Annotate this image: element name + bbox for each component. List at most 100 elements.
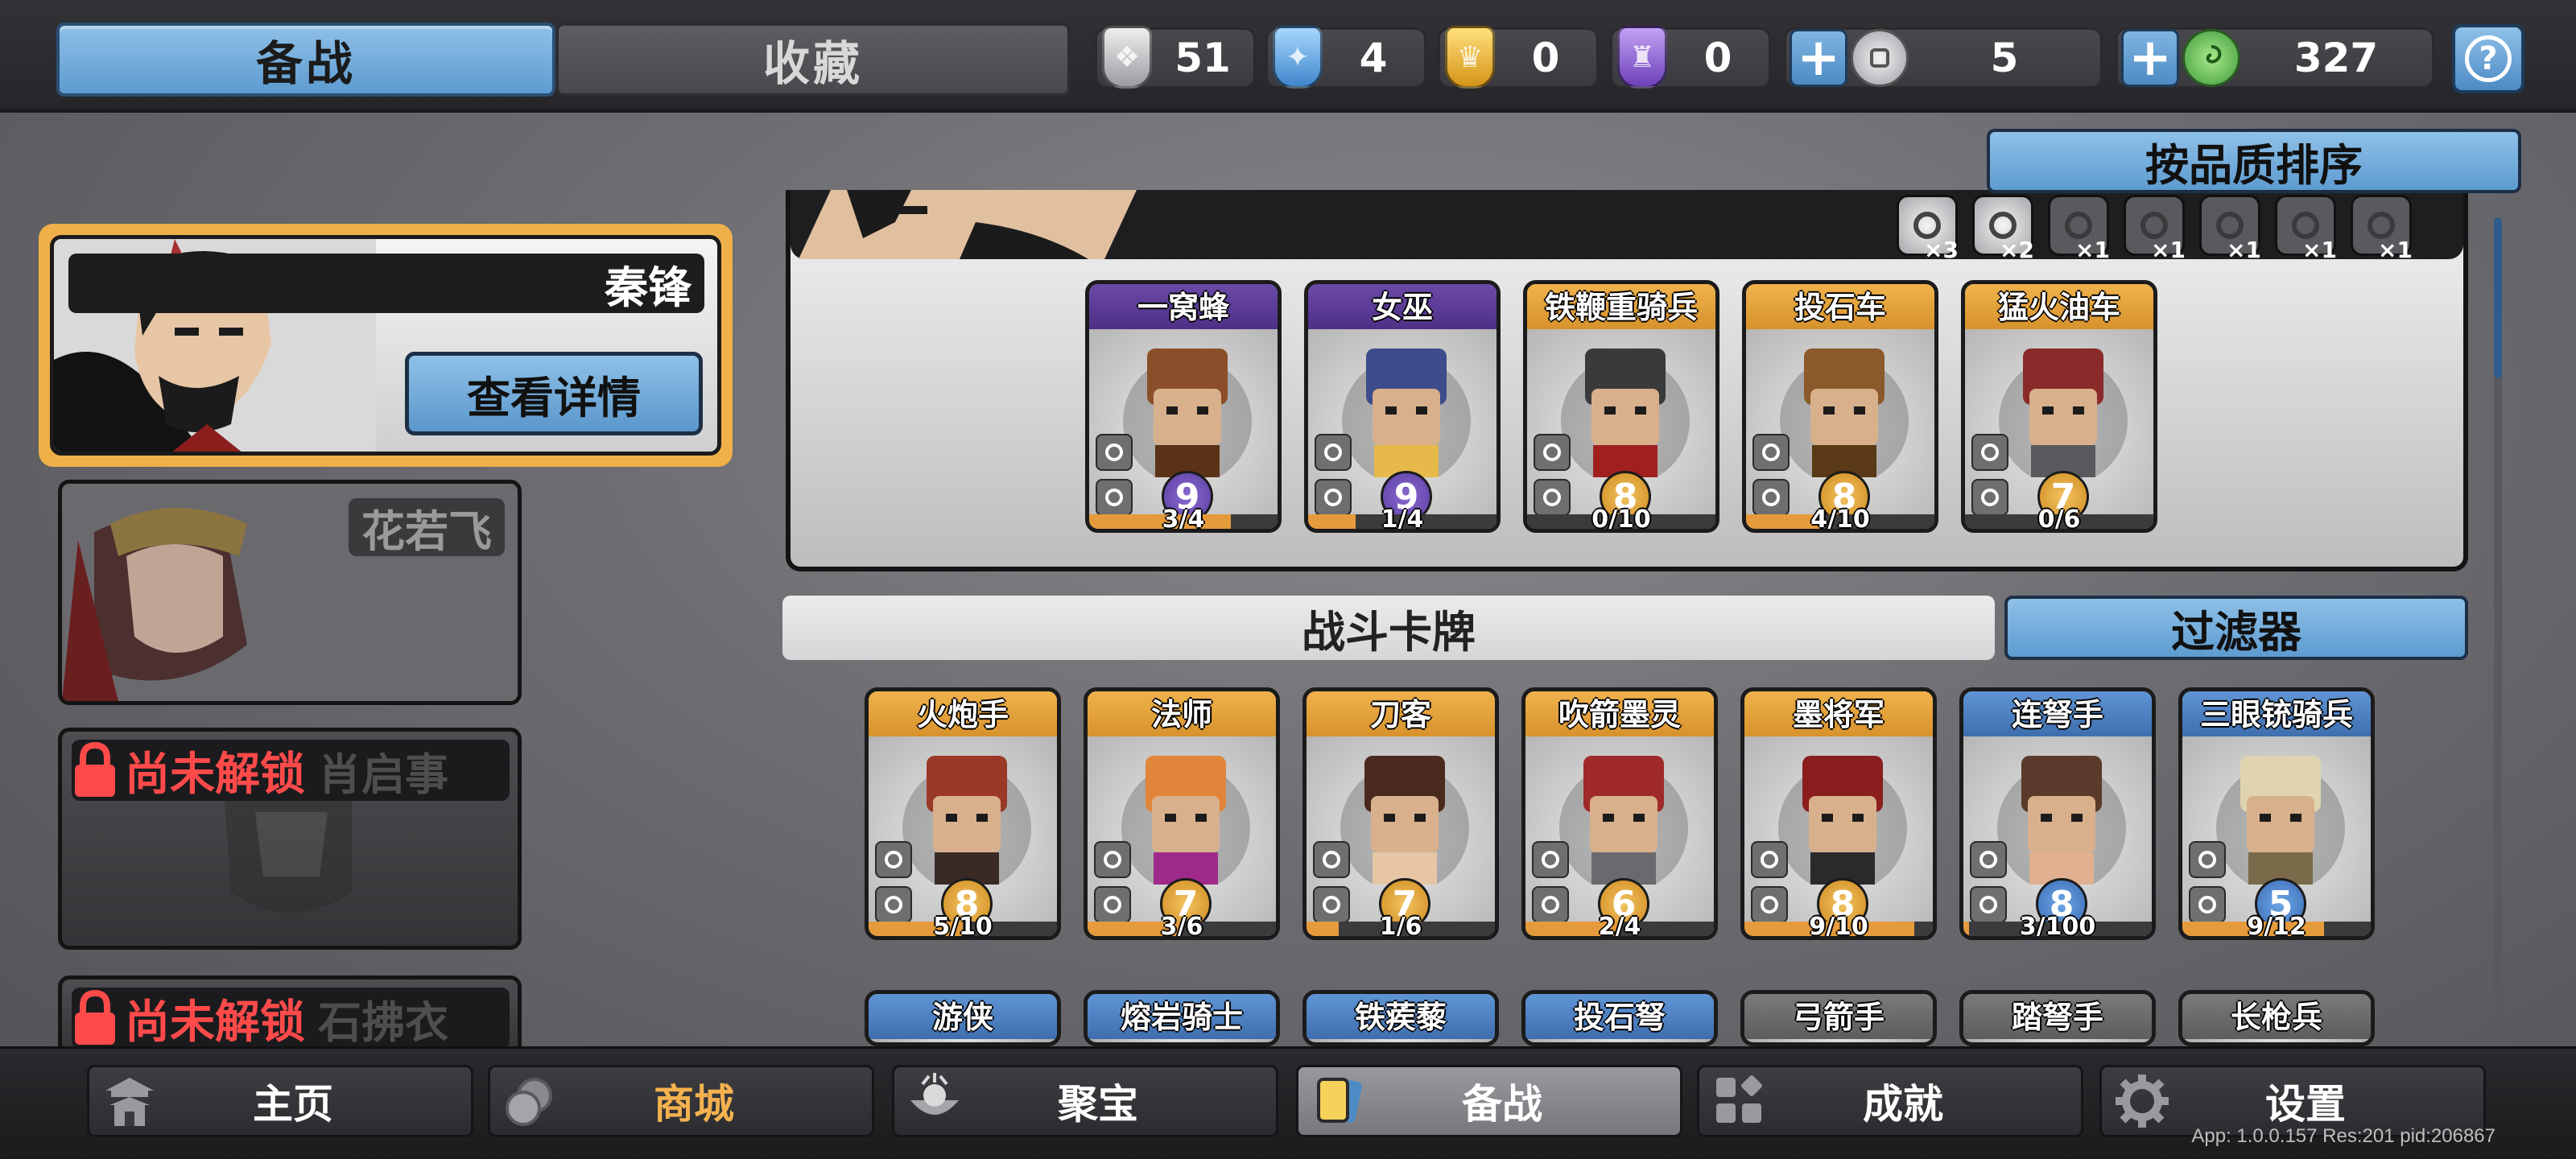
lock-icon <box>75 742 115 797</box>
locked-label: 尚未解锁 <box>125 748 305 801</box>
silver-shield-icon: ❖ <box>1102 26 1152 89</box>
unit-card-name: 铁蒺藜 <box>1307 994 1495 1039</box>
unit-type-icon <box>1096 434 1133 471</box>
nav-treasure[interactable]: 聚宝 <box>892 1065 1278 1137</box>
unit-card-name: 吹箭墨灵 <box>1525 691 1714 736</box>
unit-card-name: 铁鞭重骑兵 <box>1527 284 1715 329</box>
unit-card[interactable]: 法师 7 3/6 <box>1084 687 1280 940</box>
unit-progress-text: 3/4 <box>1162 505 1205 533</box>
modifier-slot[interactable]: ×3 <box>1897 195 1959 263</box>
hero-name-label: 秦锋 <box>68 254 704 313</box>
modifier-count: ×1 <box>2302 237 2337 263</box>
achievements-icon <box>1706 1067 1773 1135</box>
nav-home[interactable]: 主页 <box>87 1065 473 1137</box>
gear-icon <box>2108 1067 2176 1135</box>
nav-achievements[interactable]: 成就 <box>1697 1065 2083 1137</box>
version-label: App: 1.0.0.157 Res:201 pid:206867 <box>2191 1125 2496 1147</box>
resource-blue: ✦ 4 <box>1265 26 1426 89</box>
unit-progress-text: 0/10 <box>1591 505 1651 533</box>
view-details-button[interactable]: 查看详情 <box>405 352 703 435</box>
silver-coin-icon <box>1851 29 1909 87</box>
unit-card[interactable]: 三眼铳骑兵 5 9/12 <box>2178 687 2375 940</box>
unit-card[interactable]: 弓箭手 <box>1740 990 1937 1046</box>
unit-progress-text: 3/6 <box>1160 913 1203 940</box>
tab-collection[interactable]: 收藏 <box>555 23 1071 97</box>
unit-progress-text: 3/100 <box>2019 913 2096 940</box>
unit-card[interactable]: 游侠 <box>865 990 1061 1046</box>
unit-card[interactable]: 铁鞭重骑兵 8 0/10 <box>1523 280 1719 533</box>
unit-card[interactable]: 投石弩 <box>1521 990 1718 1046</box>
hero-card-locked-shifuyi[interactable]: 尚未解锁 石拂衣 <box>58 975 522 1056</box>
battle-cards-header: 战斗卡牌 <box>782 596 1995 660</box>
modifier-count: ×3 <box>1924 237 1959 263</box>
unit-card[interactable]: 刀客 7 1/6 <box>1302 687 1499 940</box>
unit-type-icon <box>2189 841 2226 878</box>
unit-progress-text: 9/10 <box>1809 913 1868 940</box>
unit-card[interactable]: 铁蒺藜 <box>1302 990 1499 1046</box>
unit-card[interactable]: 一窝蜂 9 3/4 <box>1085 280 1282 533</box>
resource-purple: ♜ 0 <box>1610 26 1771 89</box>
nav-shop[interactable]: 商城 <box>488 1065 874 1137</box>
treasure-bowl-icon <box>901 1067 968 1135</box>
scrollbar-thumb[interactable] <box>2494 217 2502 378</box>
hero-card-locked-xiaoqishi[interactable]: 尚未解锁 肖启事 <box>58 728 522 950</box>
unit-type-icon <box>1970 841 2007 878</box>
resource-silver: ❖ 51 <box>1095 26 1256 89</box>
unit-card[interactable]: 踏弩手 <box>1959 990 2156 1046</box>
unit-card[interactable]: 吹箭墨灵 6 2/4 <box>1521 687 1718 940</box>
unit-card[interactable]: 墨将军 8 9/10 <box>1740 687 1937 940</box>
modifier-slot[interactable]: ×2 <box>1972 195 2034 263</box>
currency-jade: + 327 <box>2116 27 2434 89</box>
sort-by-quality-button[interactable]: 按品质排序 <box>1987 129 2521 193</box>
pagoda-icon <box>96 1067 163 1135</box>
unit-card[interactable]: 熔岩骑士 <box>1084 990 1280 1046</box>
unit-progress-text: 1/4 <box>1381 505 1424 533</box>
hero-name-label: 花若飞 <box>349 498 505 557</box>
unit-card[interactable]: 连弩手 8 3/100 <box>1959 687 2156 940</box>
add-jade-coin-button[interactable]: + <box>2121 28 2179 88</box>
unit-card[interactable]: 投石车 8 4/10 <box>1742 280 1938 533</box>
hero-name-label: 石拂衣 <box>318 996 448 1048</box>
unit-card[interactable]: 猛火油车 7 0/6 <box>1961 280 2157 533</box>
unit-type-icon <box>875 841 912 878</box>
modifier-slot[interactable]: ×1 <box>2351 195 2413 263</box>
unit-card-name: 猛火油车 <box>1965 284 2153 329</box>
unit-card[interactable]: 长枪兵 <box>2178 990 2375 1046</box>
tab-prepare[interactable]: 备战 <box>56 23 555 97</box>
unit-progress-text: 1/6 <box>1379 913 1422 940</box>
unit-card-name: 一窝蜂 <box>1089 284 1278 329</box>
unit-card[interactable]: 火炮手 8 5/10 <box>865 687 1061 940</box>
locked-label: 尚未解锁 <box>125 996 305 1049</box>
modifier-slot[interactable]: ×1 <box>2124 195 2186 263</box>
unit-card-name: 三眼铳骑兵 <box>2182 691 2371 736</box>
modifier-count: ×1 <box>2227 237 2261 263</box>
unit-progress-text: 4/10 <box>1810 505 1870 533</box>
question-icon: ? <box>2465 35 2512 82</box>
hero-card-selected[interactable]: 秦锋 查看详情 <box>39 224 733 467</box>
hero-card-inner: 秦锋 查看详情 <box>50 235 721 456</box>
modifier-slot[interactable]: ×1 <box>2275 195 2337 263</box>
hero-name-label: 肖启事 <box>318 749 448 800</box>
unit-card-name: 熔岩骑士 <box>1088 994 1276 1039</box>
modifier-count: ×2 <box>2000 237 2034 263</box>
coins-icon <box>497 1067 564 1135</box>
bottom-nav: 主页 商城 聚宝 备战 成就 设置 <box>0 1046 2576 1159</box>
modifier-slot[interactable]: ×1 <box>2199 195 2261 263</box>
filter-button[interactable]: 过滤器 <box>2004 596 2468 660</box>
unit-progress-text: 2/4 <box>1598 913 1641 940</box>
unit-progress-text: 9/12 <box>2247 913 2306 940</box>
unit-card[interactable]: 女巫 9 1/4 <box>1304 280 1501 533</box>
help-button[interactable]: ? <box>2452 24 2524 93</box>
unit-type-icon <box>1752 434 1790 471</box>
unit-card-name: 踏弩手 <box>1963 994 2152 1039</box>
cards-icon <box>1305 1067 1373 1135</box>
modifier-slot[interactable]: ×1 <box>2048 195 2110 263</box>
unit-card-name: 法师 <box>1088 691 1276 736</box>
add-silver-coin-button[interactable]: + <box>1790 28 1847 88</box>
nav-prepare[interactable]: 备战 <box>1296 1065 1682 1137</box>
purple-shield-icon: ♜ <box>1617 26 1667 89</box>
modifier-count: ×1 <box>2151 237 2186 263</box>
hero-card-huaruofei[interactable]: 花若飞 <box>58 480 522 705</box>
unit-type-icon <box>1532 841 1569 878</box>
unit-card-name: 投石车 <box>1746 284 1934 329</box>
